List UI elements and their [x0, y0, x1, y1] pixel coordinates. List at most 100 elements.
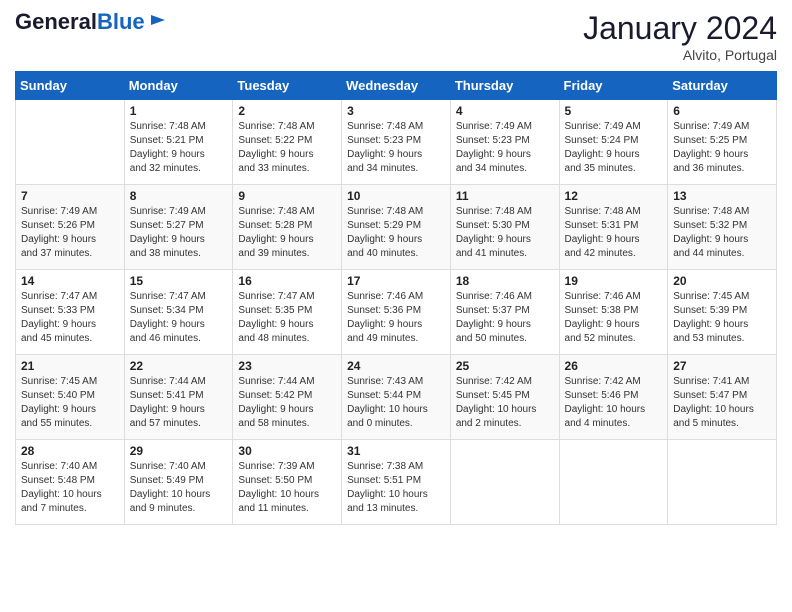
day-number: 3: [347, 104, 445, 118]
weekday-header: Wednesday: [342, 72, 451, 100]
calendar-cell: [450, 440, 559, 525]
cell-info: Sunrise: 7:39 AM Sunset: 5:50 PM Dayligh…: [238, 460, 336, 516]
day-number: 1: [130, 104, 228, 118]
logo-icon: [147, 9, 169, 31]
weekday-header: Saturday: [668, 72, 777, 100]
cell-info: Sunrise: 7:42 AM Sunset: 5:46 PM Dayligh…: [565, 375, 663, 431]
calendar-cell: 15 Sunrise: 7:47 AM Sunset: 5:34 PM Dayli…: [124, 270, 233, 355]
calendar-cell: 17 Sunrise: 7:46 AM Sunset: 5:36 PM Dayli…: [342, 270, 451, 355]
calendar-cell: 8Sunrise: 7:49 AM Sunset: 5:27 PM Daylig…: [124, 185, 233, 270]
cell-info: Sunrise: 7:48 AM Sunset: 5:28 PM Dayligh…: [238, 205, 336, 261]
weekday-header-row: SundayMondayTuesdayWednesdayThursdayFrid…: [16, 72, 777, 100]
cell-info: Sunrise: 7:46 AM Sunset: 5:37 PM Dayligh…: [456, 290, 554, 346]
cell-info: Sunrise: 7:49 AM Sunset: 5:25 PM Dayligh…: [673, 120, 771, 176]
day-number: 26: [565, 359, 663, 373]
calendar-cell: 7 Sunrise: 7:49 AM Sunset: 5:26 PM Daylig…: [16, 185, 125, 270]
page-header: GeneralBlue January 2024 Alvito, Portuga…: [15, 10, 777, 63]
day-number: 5: [565, 104, 663, 118]
calendar-body: 1 Sunrise: 7:48 AM Sunset: 5:21 PM Daylig…: [16, 100, 777, 525]
day-number: 9: [238, 189, 336, 203]
calendar-cell: 4Sunrise: 7:49 AM Sunset: 5:23 PM Daylig…: [450, 100, 559, 185]
calendar-cell: 30 Sunrise: 7:39 AM Sunset: 5:50 PM Dayli…: [233, 440, 342, 525]
cell-info: Sunrise: 7:48 AM Sunset: 5:21 PM Dayligh…: [130, 120, 228, 176]
cell-info: Sunrise: 7:38 AM Sunset: 5:51 PM Dayligh…: [347, 460, 445, 516]
day-number: 27: [673, 359, 771, 373]
calendar-week-row: 14 Sunrise: 7:47 AM Sunset: 5:33 PM Dayli…: [16, 270, 777, 355]
day-number: 22: [130, 359, 228, 373]
cell-info: Sunrise: 7:49 AM Sunset: 5:24 PM Dayligh…: [565, 120, 663, 176]
calendar-week-row: 21 Sunrise: 7:45 AM Sunset: 5:40 PM Dayli…: [16, 355, 777, 440]
weekday-header: Friday: [559, 72, 668, 100]
calendar-cell: 21 Sunrise: 7:45 AM Sunset: 5:40 PM Dayli…: [16, 355, 125, 440]
calendar-cell: 9 Sunrise: 7:48 AM Sunset: 5:28 PM Daylig…: [233, 185, 342, 270]
weekday-header: Sunday: [16, 72, 125, 100]
calendar-cell: [16, 100, 125, 185]
cell-info: Sunrise: 7:48 AM Sunset: 5:32 PM Dayligh…: [673, 205, 771, 261]
calendar-cell: 25 Sunrise: 7:42 AM Sunset: 5:45 PM Dayli…: [450, 355, 559, 440]
month-title: January 2024: [583, 10, 777, 47]
logo-text: GeneralBlue: [15, 10, 145, 34]
calendar-cell: [668, 440, 777, 525]
day-number: 6: [673, 104, 771, 118]
cell-info: Sunrise: 7:47 AM Sunset: 5:34 PM Dayligh…: [130, 290, 228, 346]
calendar-cell: 2 Sunrise: 7:48 AM Sunset: 5:22 PM Daylig…: [233, 100, 342, 185]
calendar-cell: 26 Sunrise: 7:42 AM Sunset: 5:46 PM Dayli…: [559, 355, 668, 440]
calendar-cell: 24 Sunrise: 7:43 AM Sunset: 5:44 PM Dayli…: [342, 355, 451, 440]
day-number: 11: [456, 189, 554, 203]
day-number: 29: [130, 444, 228, 458]
cell-info: Sunrise: 7:44 AM Sunset: 5:41 PM Dayligh…: [130, 375, 228, 431]
cell-info: Sunrise: 7:48 AM Sunset: 5:30 PM Dayligh…: [456, 205, 554, 261]
calendar-cell: 1 Sunrise: 7:48 AM Sunset: 5:21 PM Daylig…: [124, 100, 233, 185]
day-number: 16: [238, 274, 336, 288]
calendar-cell: 12Sunrise: 7:48 AM Sunset: 5:31 PM Dayli…: [559, 185, 668, 270]
cell-info: Sunrise: 7:49 AM Sunset: 5:26 PM Dayligh…: [21, 205, 119, 261]
day-number: 15: [130, 274, 228, 288]
cell-info: Sunrise: 7:44 AM Sunset: 5:42 PM Dayligh…: [238, 375, 336, 431]
cell-info: Sunrise: 7:46 AM Sunset: 5:36 PM Dayligh…: [347, 290, 445, 346]
calendar-cell: 20 Sunrise: 7:45 AM Sunset: 5:39 PM Dayli…: [668, 270, 777, 355]
day-number: 18: [456, 274, 554, 288]
calendar-cell: 11 Sunrise: 7:48 AM Sunset: 5:30 PM Dayli…: [450, 185, 559, 270]
calendar-cell: 18 Sunrise: 7:46 AM Sunset: 5:37 PM Dayli…: [450, 270, 559, 355]
logo: GeneralBlue: [15, 10, 169, 34]
day-number: 17: [347, 274, 445, 288]
cell-info: Sunrise: 7:47 AM Sunset: 5:33 PM Dayligh…: [21, 290, 119, 346]
calendar-cell: 27 Sunrise: 7:41 AM Sunset: 5:47 PM Dayli…: [668, 355, 777, 440]
day-number: 20: [673, 274, 771, 288]
cell-info: Sunrise: 7:49 AM Sunset: 5:23 PM Dayligh…: [456, 120, 554, 176]
cell-info: Sunrise: 7:40 AM Sunset: 5:49 PM Dayligh…: [130, 460, 228, 516]
calendar-week-row: 1 Sunrise: 7:48 AM Sunset: 5:21 PM Daylig…: [16, 100, 777, 185]
calendar-cell: 10 Sunrise: 7:48 AM Sunset: 5:29 PM Dayli…: [342, 185, 451, 270]
cell-info: Sunrise: 7:43 AM Sunset: 5:44 PM Dayligh…: [347, 375, 445, 431]
day-number: 19: [565, 274, 663, 288]
cell-info: Sunrise: 7:45 AM Sunset: 5:40 PM Dayligh…: [21, 375, 119, 431]
cell-info: Sunrise: 7:49 AM Sunset: 5:27 PM Dayligh…: [130, 205, 228, 261]
calendar-cell: 23Sunrise: 7:44 AM Sunset: 5:42 PM Dayli…: [233, 355, 342, 440]
calendar-cell: 16 Sunrise: 7:47 AM Sunset: 5:35 PM Dayli…: [233, 270, 342, 355]
day-number: 13: [673, 189, 771, 203]
location-subtitle: Alvito, Portugal: [583, 47, 777, 63]
cell-info: Sunrise: 7:48 AM Sunset: 5:22 PM Dayligh…: [238, 120, 336, 176]
day-number: 14: [21, 274, 119, 288]
calendar-cell: 29 Sunrise: 7:40 AM Sunset: 5:49 PM Dayli…: [124, 440, 233, 525]
day-number: 7: [21, 189, 119, 203]
day-number: 30: [238, 444, 336, 458]
title-block: January 2024 Alvito, Portugal: [583, 10, 777, 63]
cell-info: Sunrise: 7:47 AM Sunset: 5:35 PM Dayligh…: [238, 290, 336, 346]
day-number: 2: [238, 104, 336, 118]
day-number: 25: [456, 359, 554, 373]
calendar-week-row: 7 Sunrise: 7:49 AM Sunset: 5:26 PM Daylig…: [16, 185, 777, 270]
day-number: 24: [347, 359, 445, 373]
cell-info: Sunrise: 7:48 AM Sunset: 5:31 PM Dayligh…: [565, 205, 663, 261]
calendar-cell: 5 Sunrise: 7:49 AM Sunset: 5:24 PM Daylig…: [559, 100, 668, 185]
day-number: 10: [347, 189, 445, 203]
cell-info: Sunrise: 7:42 AM Sunset: 5:45 PM Dayligh…: [456, 375, 554, 431]
day-number: 21: [21, 359, 119, 373]
cell-info: Sunrise: 7:45 AM Sunset: 5:39 PM Dayligh…: [673, 290, 771, 346]
weekday-header: Monday: [124, 72, 233, 100]
cell-info: Sunrise: 7:41 AM Sunset: 5:47 PM Dayligh…: [673, 375, 771, 431]
calendar-week-row: 28Sunrise: 7:40 AM Sunset: 5:48 PM Dayli…: [16, 440, 777, 525]
calendar-cell: 22 Sunrise: 7:44 AM Sunset: 5:41 PM Dayli…: [124, 355, 233, 440]
cell-info: Sunrise: 7:48 AM Sunset: 5:23 PM Dayligh…: [347, 120, 445, 176]
cell-info: Sunrise: 7:48 AM Sunset: 5:29 PM Dayligh…: [347, 205, 445, 261]
